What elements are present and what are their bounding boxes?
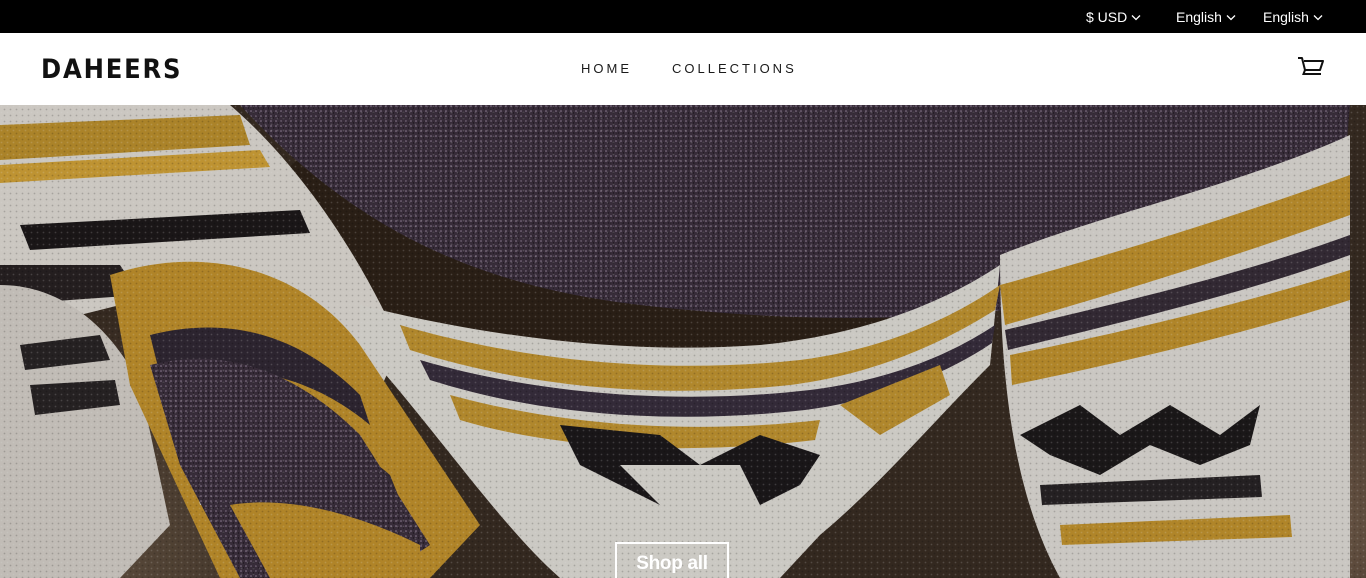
language-selector[interactable]: English <box>1176 0 1236 33</box>
hero-banner: Shop all <box>0 105 1366 578</box>
language-label: English <box>1176 8 1222 25</box>
hero-image <box>0 105 1366 578</box>
nav-home[interactable]: HOME <box>581 61 632 76</box>
chevron-down-icon <box>1131 15 1141 21</box>
store-logo[interactable]: DAHEERS <box>41 54 182 85</box>
currency-selector[interactable]: $ USD <box>1086 0 1141 33</box>
nav-collections[interactable]: COLLECTIONS <box>672 61 797 76</box>
chevron-down-icon <box>1226 15 1236 21</box>
chevron-down-icon <box>1313 15 1323 21</box>
cart-icon[interactable] <box>1297 55 1325 81</box>
language-selector-secondary[interactable]: English <box>1263 0 1323 33</box>
currency-label: $ USD <box>1086 8 1128 25</box>
site-header: DAHEERS HOME COLLECTIONS <box>0 33 1366 105</box>
language-label-secondary: English <box>1263 8 1309 25</box>
shop-all-button[interactable]: Shop all <box>615 542 729 578</box>
topbar: $ USD English English <box>0 0 1366 33</box>
